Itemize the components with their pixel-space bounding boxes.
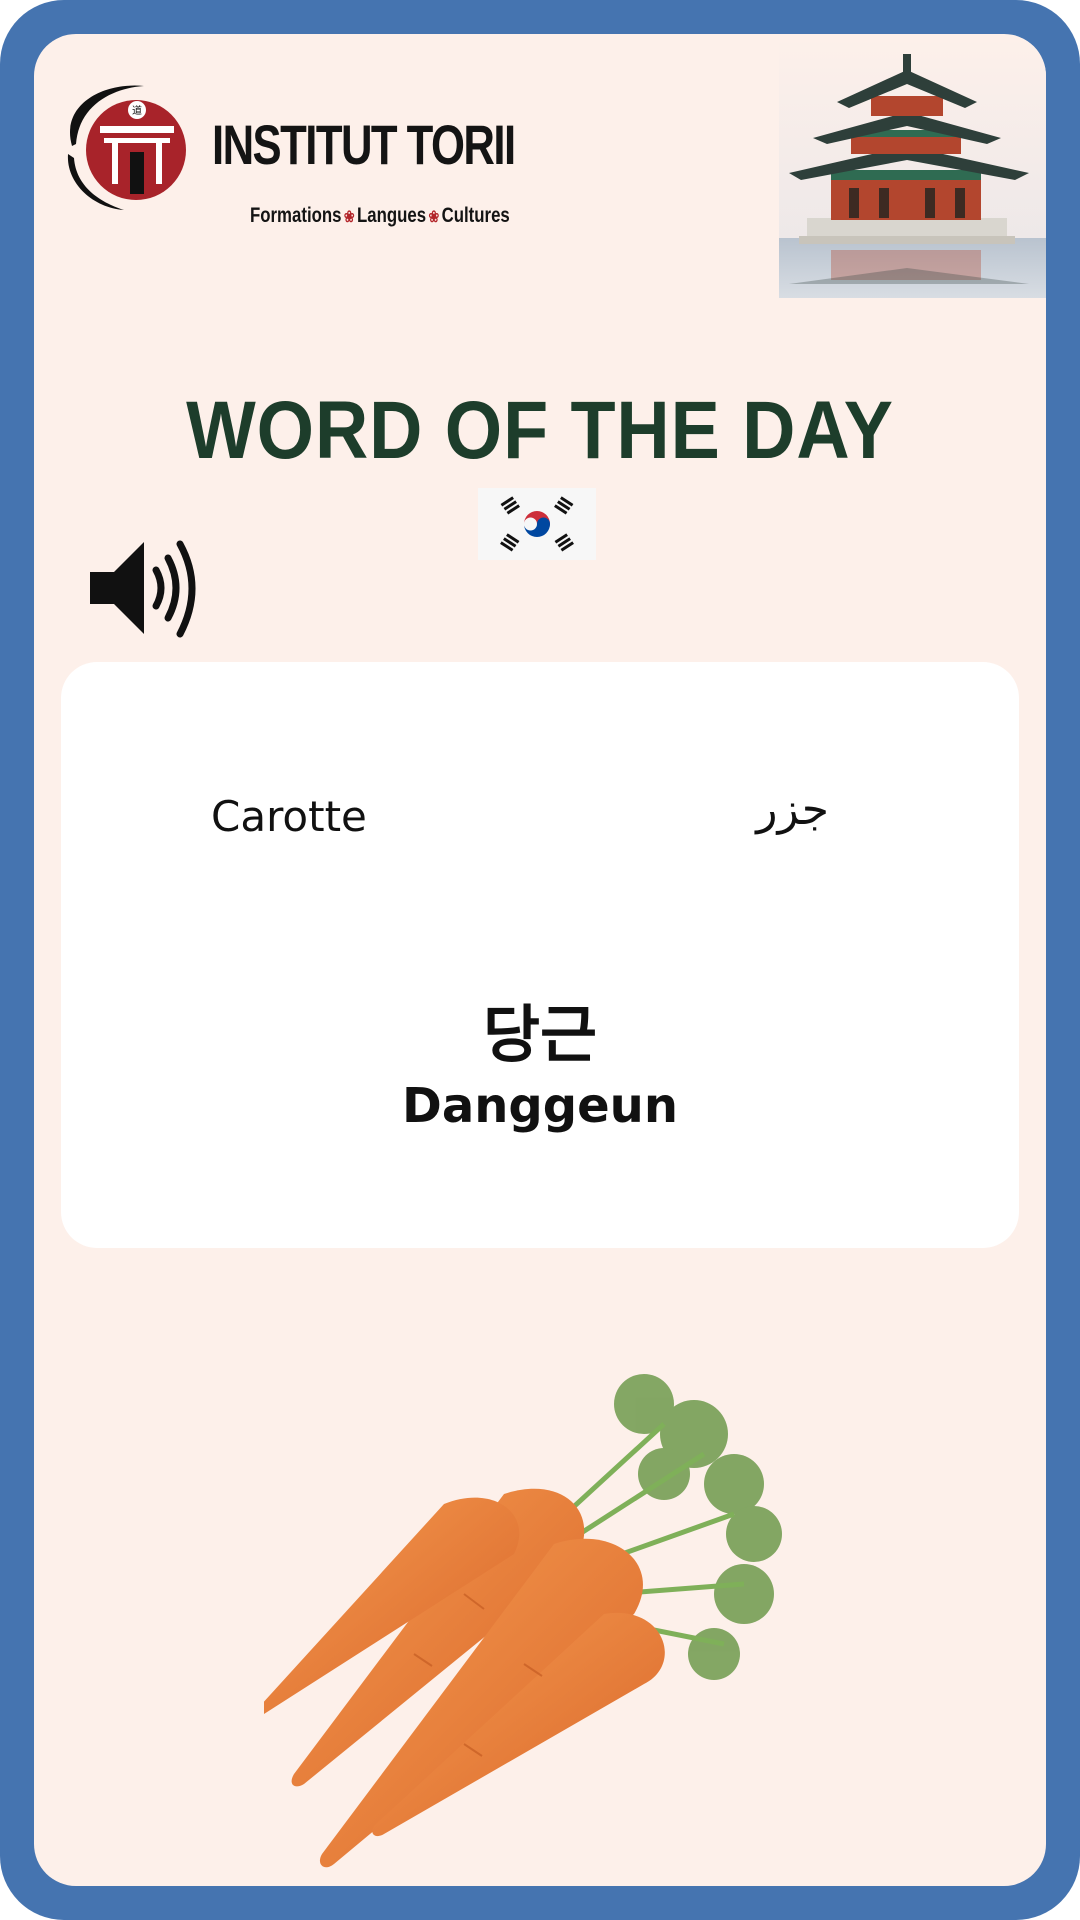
brand-tagline: Formations ❀ Langues ❀ Cultures xyxy=(250,204,510,228)
institut-torii-logo: 道 INSTITUT TORII Formations ❀ Langues ❀ Cult… xyxy=(54,74,524,244)
brand-name: INSTITUT TORII xyxy=(212,113,516,176)
romanization: Danggeun xyxy=(401,1078,679,1134)
carrots-image xyxy=(264,1374,782,1868)
korean-word: 당근 xyxy=(482,998,598,1071)
torii-logo-icon: 道 xyxy=(67,85,186,210)
word-card: 道 INSTITUT TORII Formations ❀ Langues ❀ Cult… xyxy=(34,34,1046,1886)
arabic-word: جزر xyxy=(756,784,829,835)
tagline-cultures: Cultures xyxy=(441,204,510,227)
tagline-formations: Formations xyxy=(250,204,342,227)
french-word: Carotte xyxy=(211,792,367,841)
tagline-langues: Langues xyxy=(357,204,427,227)
page-title: WORD OF THE DAY xyxy=(186,385,894,476)
flower-separator-icon: ❀ xyxy=(428,209,440,226)
speaker-icon[interactable] xyxy=(86,530,206,646)
flower-separator-icon: ❀ xyxy=(343,209,355,226)
korean-palace-image xyxy=(779,38,1046,298)
svg-text:道: 道 xyxy=(132,104,142,117)
word-panel: Carotte جزر 당근 Danggeun xyxy=(61,662,1019,1248)
south-korea-flag-icon xyxy=(478,488,596,560)
